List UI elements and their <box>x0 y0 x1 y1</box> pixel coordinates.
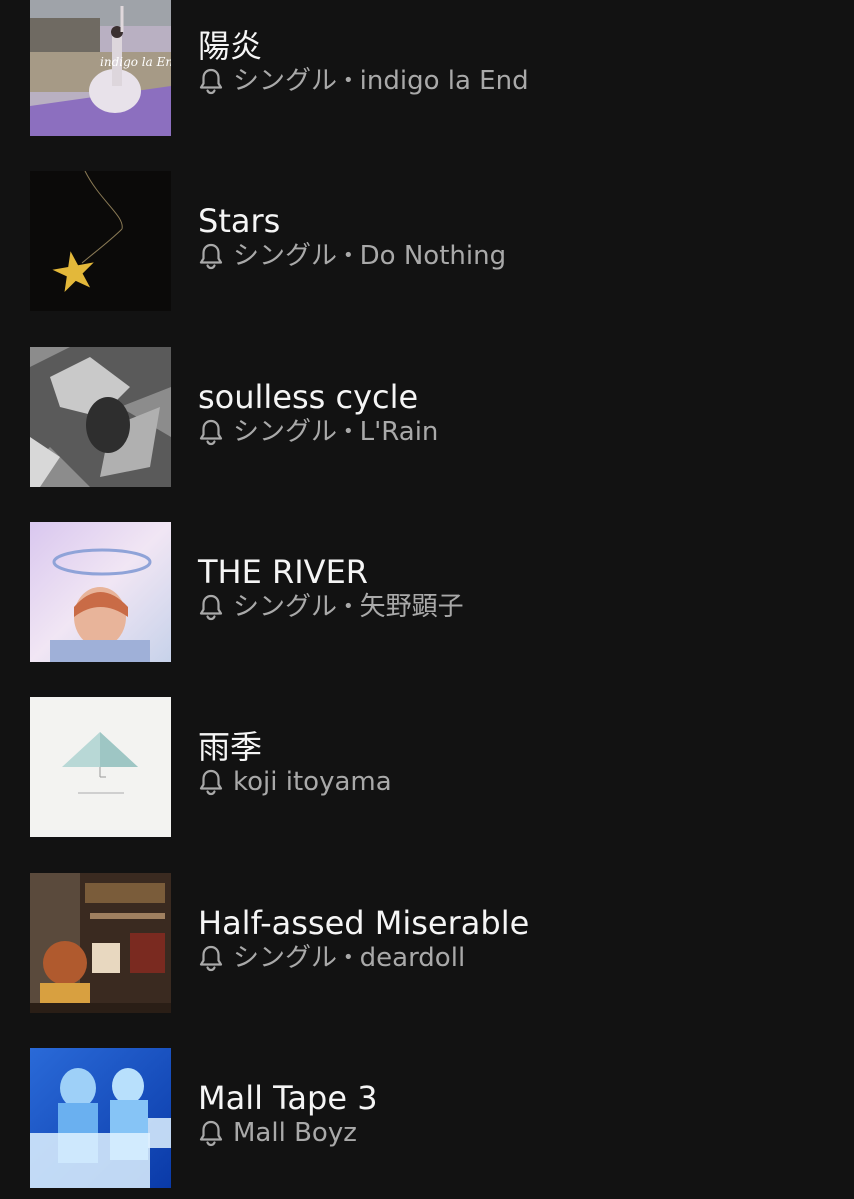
list-item[interactable]: Half-assed Miserable シングル • deardoll <box>0 873 854 1013</box>
bell-icon <box>199 243 223 270</box>
bell-icon <box>199 68 223 95</box>
item-subtitle: Mall Boyz <box>198 1118 357 1148</box>
separator-dot: • <box>343 596 354 617</box>
list-item[interactable]: Mall Tape 3 Mall Boyz <box>0 1048 854 1188</box>
bell-icon <box>199 419 223 446</box>
svg-text:indigo la End: indigo la End <box>100 55 171 69</box>
list-item[interactable]: indigo la End 陽炎 シングル • indigo la End <box>0 0 854 136</box>
item-title: Mall Tape 3 <box>198 1079 378 1117</box>
item-subtitle: シングル • 矢野顕子 <box>198 592 464 622</box>
list-item[interactable]: THE RIVER シングル • 矢野顕子 <box>0 522 854 662</box>
item-type: シングル <box>233 417 338 447</box>
album-art[interactable]: indigo la End <box>30 0 171 136</box>
item-artist: deardoll <box>359 943 466 973</box>
list-item[interactable]: soulless cycle シングル • L'Rain <box>0 347 854 487</box>
item-title: 陽炎 <box>198 27 263 65</box>
item-artist: L'Rain <box>359 417 439 447</box>
album-art[interactable] <box>30 522 171 662</box>
item-artist: indigo la End <box>359 66 529 96</box>
bell-icon <box>199 594 223 621</box>
item-artist: koji itoyama <box>233 767 392 797</box>
list-item[interactable]: 雨季 koji itoyama <box>0 697 854 837</box>
item-title: Stars <box>198 202 281 240</box>
item-title: Half-assed Miserable <box>198 904 530 942</box>
list-item[interactable]: Stars シングル • Do Nothing <box>0 171 854 311</box>
separator-dot: • <box>343 70 354 91</box>
item-type: シングル <box>233 66 338 96</box>
separator-dot: • <box>343 947 354 968</box>
item-subtitle: koji itoyama <box>198 767 392 797</box>
item-artist: Mall Boyz <box>233 1118 357 1148</box>
item-subtitle: シングル • indigo la End <box>198 66 529 96</box>
album-art[interactable] <box>30 171 171 311</box>
bell-icon <box>199 945 223 972</box>
item-type: シングル <box>233 592 338 622</box>
item-subtitle: シングル • L'Rain <box>198 417 438 447</box>
item-title: 雨季 <box>198 728 263 766</box>
item-artist: 矢野顕子 <box>359 592 464 622</box>
album-art[interactable] <box>30 347 171 487</box>
item-artist: Do Nothing <box>359 241 507 271</box>
item-type: シングル <box>233 943 338 973</box>
item-title: THE RIVER <box>198 553 369 591</box>
item-subtitle: シングル • deardoll <box>198 943 465 973</box>
item-subtitle: シングル • Do Nothing <box>198 241 506 271</box>
album-art[interactable] <box>30 873 171 1013</box>
album-art[interactable] <box>30 697 171 837</box>
album-art[interactable] <box>30 1048 171 1188</box>
separator-dot: • <box>343 421 354 442</box>
item-title: soulless cycle <box>198 378 419 416</box>
bell-icon <box>199 1120 223 1147</box>
separator-dot: • <box>343 245 354 266</box>
bell-icon <box>199 769 223 796</box>
item-type: シングル <box>233 241 338 271</box>
